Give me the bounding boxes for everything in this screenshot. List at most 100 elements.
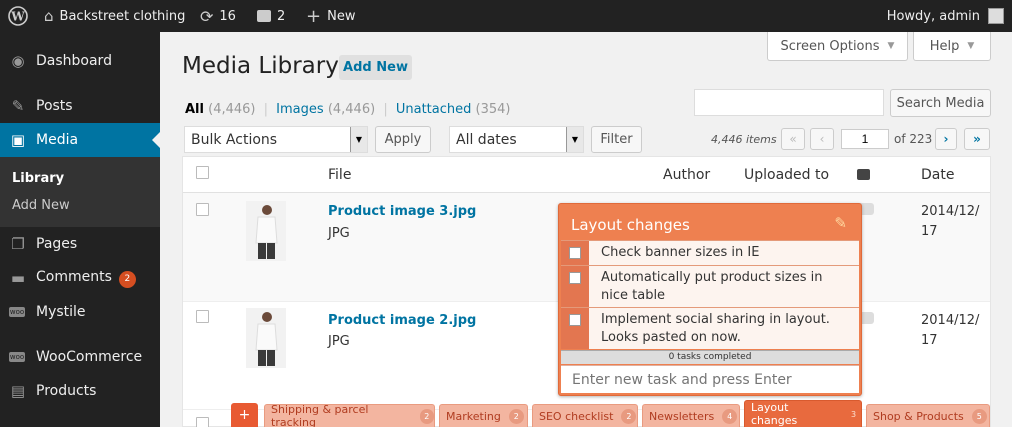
filter-unattached-count: (354)	[475, 102, 511, 117]
add-new-button[interactable]: Add New	[339, 55, 412, 80]
filter-images[interactable]: Images	[276, 102, 324, 117]
task-text[interactable]: Automatically put product sizes in nice …	[601, 269, 853, 305]
search-media-button[interactable]: Search Media	[890, 89, 991, 117]
sidebar-item-mystile[interactable]: woo Mystile	[0, 295, 160, 329]
bulk-actions-value: Bulk Actions	[191, 131, 278, 148]
comment-icon: ▬	[10, 269, 26, 287]
file-name-link[interactable]: Product image 2.jpg	[328, 313, 476, 328]
updates-link[interactable]: ⟳ 16	[200, 0, 236, 32]
add-tab-button[interactable]: +	[231, 403, 258, 427]
sidebar-item-woocommerce[interactable]: woo WooCommerce	[0, 340, 160, 374]
sidebar-item-label: WooCommerce	[36, 349, 143, 365]
sidebar-item-comments[interactable]: ▬ Comments 2	[0, 261, 160, 295]
admin-bar: W ⌂ Backstreet clothing ⟳ 16 2 + New How…	[0, 0, 1012, 32]
product-thumbnail[interactable]	[246, 308, 286, 368]
new-content-link[interactable]: + New	[306, 0, 355, 32]
tab-label: Marketing	[446, 409, 501, 423]
chevron-down-icon: ▼	[350, 127, 367, 152]
site-name-link[interactable]: ⌂ Backstreet clothing	[44, 0, 185, 32]
tab-count: 2	[508, 408, 524, 424]
tab-count: 2	[621, 408, 637, 424]
sidebar-item-label: Mystile	[36, 304, 86, 320]
sidebar-item-pages[interactable]: ❐ Pages	[0, 227, 160, 261]
pin-icon: ✎	[11, 97, 25, 115]
filter-unattached[interactable]: Unattached	[396, 102, 472, 117]
tab-label: Shop & Products	[873, 409, 964, 423]
comment-icon	[257, 10, 271, 22]
next-page-button[interactable]: ›	[935, 128, 957, 150]
tab-label: SEO checklist	[539, 409, 614, 423]
media-icon: ▣	[10, 131, 26, 149]
sidebar-item-label: Dashboard	[36, 53, 112, 69]
tasks-completed-status: 0 tasks completed	[561, 350, 859, 364]
filter-all[interactable]: All	[185, 102, 204, 117]
filter-separator: |	[383, 102, 388, 117]
tab-shop-products[interactable]: Shop & Products 5	[866, 404, 990, 427]
sidebar-item-products[interactable]: ▤ Products	[0, 374, 160, 408]
view-filters: All (4,446) | Images (4,446) | Unattache…	[185, 102, 511, 117]
column-file[interactable]: File	[328, 167, 351, 183]
media-submenu: Library Add New	[0, 157, 160, 227]
help-button[interactable]: Help ▼	[913, 32, 991, 61]
tab-layout-changes[interactable]: Layout changes 3	[744, 400, 862, 427]
column-uploaded-to: Uploaded to	[744, 167, 830, 183]
tab-shipping[interactable]: Shipping & parcel tracking 2	[264, 403, 435, 427]
new-label: New	[327, 8, 356, 24]
task-text[interactable]: Implement social sharing in layout. Look…	[601, 311, 853, 347]
tab-seo-checklist[interactable]: SEO checklist 2	[532, 404, 638, 427]
file-type: JPG	[328, 334, 350, 349]
tab-count: 5	[971, 408, 987, 424]
avatar	[988, 8, 1004, 24]
tab-count: 2	[419, 408, 434, 424]
task-checkbox[interactable]	[569, 272, 581, 284]
task-text[interactable]: Check banner sizes in IE	[601, 244, 853, 262]
search-input[interactable]	[694, 89, 884, 116]
row-checkbox[interactable]	[196, 417, 209, 427]
column-date[interactable]: Date	[921, 167, 954, 183]
home-icon: ⌂	[44, 7, 54, 25]
current-page-input[interactable]	[841, 129, 889, 149]
table-header: File Author Uploaded to Date	[183, 157, 990, 193]
pencil-icon[interactable]: ✎	[834, 214, 847, 232]
screen-options-button[interactable]: Screen Options ▼	[767, 32, 908, 61]
total-pages: of 223	[894, 132, 933, 146]
task-checkbox[interactable]	[569, 314, 581, 326]
submenu-add-new[interactable]: Add New	[12, 198, 70, 213]
sidebar-item-dashboard[interactable]: ◉ Dashboard	[0, 44, 160, 78]
file-date: 2014/12/	[921, 313, 980, 328]
last-page-button[interactable]: »	[964, 128, 990, 150]
refresh-icon: ⟳	[200, 6, 214, 26]
file-date-day: 17	[921, 224, 938, 239]
filter-button[interactable]: Filter	[591, 126, 642, 153]
first-page-button[interactable]: «	[781, 128, 805, 150]
select-all-checkbox[interactable]	[196, 166, 209, 179]
tab-newsletters[interactable]: Newsletters 4	[642, 404, 740, 427]
prev-page-button[interactable]: ‹	[810, 128, 834, 150]
account-menu[interactable]: Howdy, admin	[887, 0, 1004, 32]
dates-select[interactable]: All dates ▼	[449, 126, 584, 153]
sidebar-item-media[interactable]: ▣ Media	[0, 123, 160, 157]
tab-label: Shipping & parcel tracking	[271, 403, 369, 427]
tab-label: Layout changes	[751, 401, 798, 427]
apply-button[interactable]: Apply	[375, 126, 431, 153]
comments-link[interactable]: 2	[257, 0, 285, 32]
comments-count: 2	[277, 8, 286, 24]
sidebar-item-posts[interactable]: ✎ Posts	[0, 89, 160, 123]
bulk-actions-select[interactable]: Bulk Actions ▼	[184, 126, 368, 153]
file-name-link[interactable]: Product image 3.jpg	[328, 204, 476, 219]
dashboard-icon: ◉	[11, 52, 25, 70]
row-checkbox[interactable]	[196, 310, 209, 323]
filter-separator: |	[263, 102, 269, 117]
admin-sidebar: ◉ Dashboard ✎ Posts ▣ Media Library Add …	[0, 32, 160, 427]
file-type: JPG	[328, 226, 350, 241]
task-checkbox[interactable]	[569, 247, 581, 259]
woo-icon: woo	[9, 307, 25, 317]
submenu-library[interactable]: Library	[12, 171, 64, 186]
wordpress-logo-icon[interactable]: W	[8, 0, 30, 32]
row-checkbox[interactable]	[196, 203, 209, 216]
new-task-input[interactable]	[561, 365, 859, 393]
comment-icon[interactable]	[857, 169, 870, 180]
product-thumbnail[interactable]	[246, 201, 286, 261]
tab-marketing[interactable]: Marketing 2	[439, 404, 528, 427]
site-name: Backstreet clothing	[59, 8, 186, 24]
